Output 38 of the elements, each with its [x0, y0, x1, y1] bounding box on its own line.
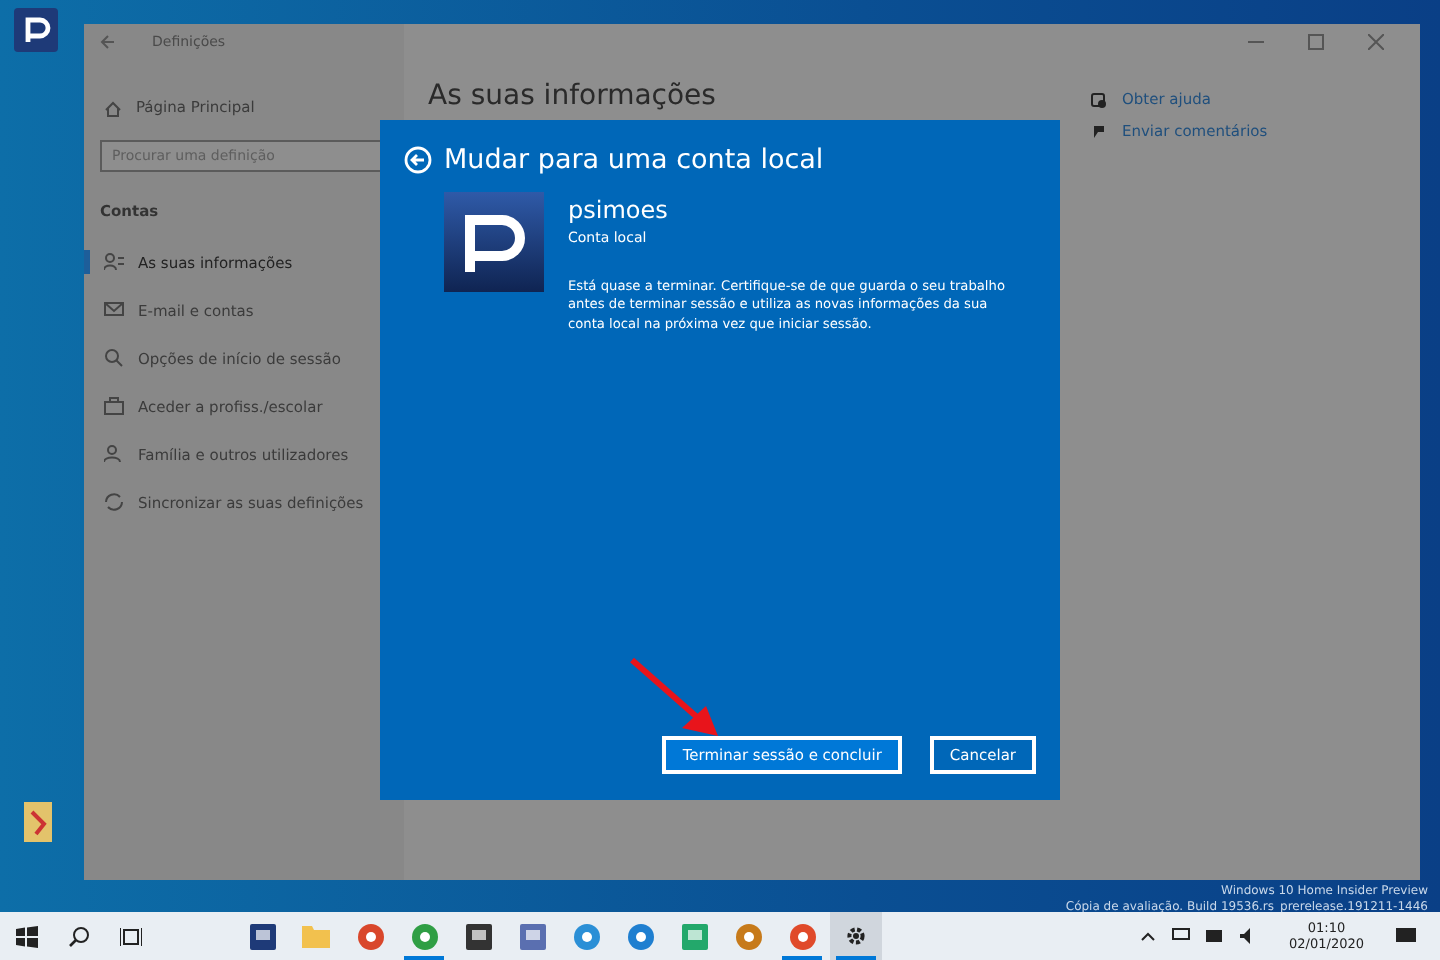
person-icon	[104, 444, 124, 465]
dialog-title: Mudar para uma conta local	[444, 142, 824, 180]
circle-icon	[789, 923, 815, 949]
app-logo-icon	[14, 8, 58, 52]
back-arrow-icon	[100, 34, 116, 50]
app-icon	[681, 923, 707, 949]
mail-icon	[104, 300, 124, 321]
feedback-icon	[1090, 123, 1106, 140]
battery-icon	[1205, 930, 1224, 942]
close-icon	[1368, 34, 1384, 50]
help-icon	[1090, 91, 1106, 108]
circle-icon	[735, 923, 761, 949]
app-icon	[519, 923, 545, 949]
briefcase-icon	[104, 396, 124, 417]
user-name: psimoes	[568, 194, 670, 229]
taskbar-button[interactable]	[830, 912, 882, 960]
folder-icon	[24, 802, 52, 842]
circle-icon	[411, 923, 437, 949]
network-icon	[1171, 928, 1190, 944]
home-icon	[104, 99, 122, 117]
windows-logo-icon	[15, 925, 37, 947]
chevron-up-icon	[1139, 930, 1156, 942]
arrow-drawing	[630, 657, 718, 736]
sync-icon	[104, 492, 124, 513]
circle-icon	[573, 923, 599, 949]
circle-icon	[357, 923, 383, 949]
app-icon	[465, 923, 491, 949]
person-icon	[104, 252, 124, 273]
task-view-icon	[119, 925, 141, 947]
search-icon	[67, 925, 89, 947]
folder-icon	[302, 924, 330, 948]
settings-icon	[844, 924, 868, 948]
account-picture-icon	[444, 192, 544, 293]
maximize-icon	[1308, 34, 1324, 50]
circle-icon	[627, 923, 653, 949]
page-heading: As suas informações	[428, 78, 716, 116]
notifications-icon	[1396, 927, 1416, 945]
app-icon	[249, 923, 275, 949]
